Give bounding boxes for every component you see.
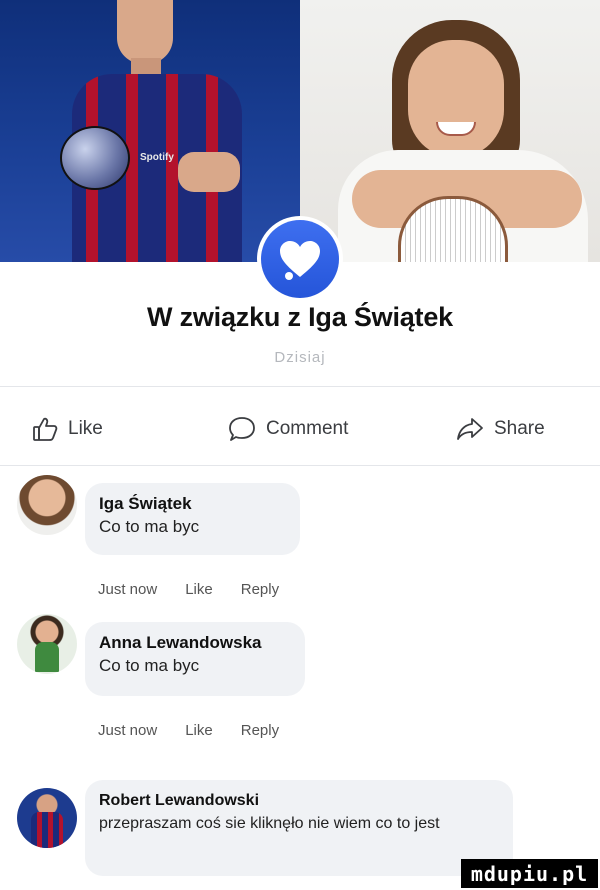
comment-button[interactable]: Comment: [228, 408, 348, 450]
comment-like-link[interactable]: Like: [185, 722, 213, 739]
comment-meta: Just now Like Reply: [98, 722, 279, 739]
site-watermark: mdupiu.pl: [461, 859, 598, 888]
badge-dot: [285, 272, 293, 280]
divider-top: [0, 386, 600, 387]
relationship-badge: [257, 216, 343, 302]
comment-meta: Just now Like Reply: [98, 581, 279, 598]
football-icon: [60, 126, 130, 190]
comment-bubble: Anna Lewandowska Co to ma byc: [85, 622, 305, 696]
like-button[interactable]: Like: [32, 408, 103, 450]
comment-label: Comment: [266, 418, 349, 439]
comment-time: Just now: [98, 722, 158, 739]
photo-robert-lewandowski: Spotify: [0, 0, 300, 262]
comment-bubble: Iga Świątek Co to ma byc: [85, 483, 300, 555]
avatar[interactable]: [17, 475, 77, 535]
comment-author[interactable]: Iga Świątek: [99, 493, 286, 515]
share-label: Share: [494, 418, 545, 439]
thumbs-up-hand: [178, 152, 240, 192]
comment-icon: [229, 417, 255, 441]
comment-author[interactable]: Anna Lewandowska: [99, 632, 291, 654]
jersey-sponsor: Spotify: [140, 152, 174, 163]
comment-like-link[interactable]: Like: [185, 581, 213, 598]
comment-bubble: Robert Lewandowski przepraszam coś sie k…: [85, 780, 513, 876]
share-icon: [457, 418, 483, 440]
share-button[interactable]: Share: [456, 408, 545, 450]
thumbs-up-icon: [33, 417, 58, 441]
player-head: [117, 0, 173, 64]
comment-author[interactable]: Robert Lewandowski: [99, 790, 499, 812]
heart-icon: [261, 220, 339, 298]
comment-text: Co to ma byc: [99, 517, 200, 536]
comment-time: Just now: [98, 581, 158, 598]
post-headline: W związku z Iga Świątek: [147, 302, 453, 332]
player-face: [408, 40, 504, 158]
comment-reply-link[interactable]: Reply: [241, 581, 279, 598]
divider-bottom: [0, 465, 600, 466]
comment-text: Co to ma byc: [99, 656, 200, 675]
comment-text: przepraszam coś sie kliknęło nie wiem co…: [99, 815, 440, 832]
comment-reply-link[interactable]: Reply: [241, 722, 279, 739]
post-date: Dzisiaj: [274, 349, 326, 366]
photo-iga-swiatek: [300, 0, 600, 262]
like-label: Like: [68, 418, 103, 439]
action-bar: Like Comment Share: [0, 408, 600, 450]
avatar[interactable]: [17, 788, 77, 848]
avatar[interactable]: [17, 614, 77, 674]
